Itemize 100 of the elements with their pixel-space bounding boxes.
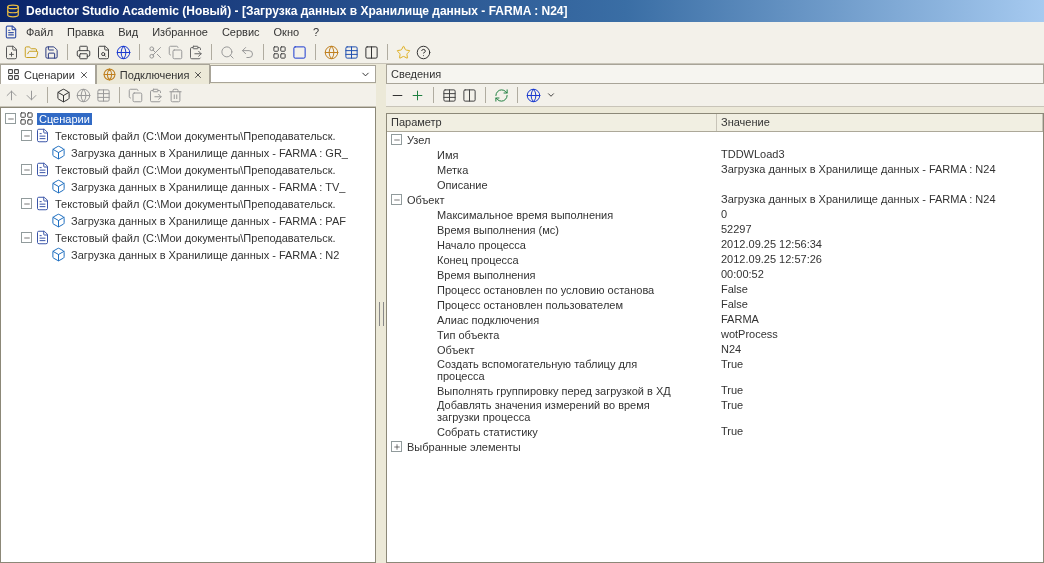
table-icon[interactable] <box>442 87 457 103</box>
cube-icon[interactable] <box>51 213 66 228</box>
help-icon[interactable] <box>416 44 431 60</box>
property-name: Создать вспомогательную таблицу для процесса <box>437 358 639 382</box>
property-value: False <box>721 283 748 295</box>
scenario-icon[interactable] <box>19 111 34 126</box>
property-name: Тип объекта <box>437 328 500 341</box>
tree-item[interactable]: Загрузка данных в Хранилище данных - FARMA : GR_ <box>69 146 350 159</box>
menu-item[interactable]: Файл <box>20 24 60 39</box>
property-value: TDDWLoad3 <box>721 148 785 160</box>
move-up-icon[interactable] <box>4 87 19 103</box>
property-value: True <box>721 425 744 437</box>
column-header[interactable]: Значение <box>717 114 1043 131</box>
text-file-icon[interactable] <box>35 196 50 211</box>
cube-icon[interactable] <box>51 179 66 194</box>
property-name: Конец процесса <box>437 253 519 266</box>
search-icon[interactable] <box>220 44 235 60</box>
document-icon <box>4 24 18 39</box>
property-value: 00:00:52 <box>721 268 764 280</box>
group-expander[interactable] <box>391 441 402 452</box>
property-name: Процесс остановлен по условию останова <box>437 283 655 296</box>
property-value: True <box>721 358 744 370</box>
move-down-icon[interactable] <box>24 87 39 103</box>
tree-item[interactable]: Загрузка данных в Хранилище данных - FARMA : N2 <box>69 248 342 261</box>
print-preview-icon[interactable] <box>96 44 111 60</box>
close-icon[interactable] <box>193 69 204 80</box>
refresh-icon[interactable] <box>494 87 509 103</box>
group-name: Объект <box>407 193 445 206</box>
property-value: True <box>721 384 744 396</box>
panel-tab[interactable]: Подключения <box>95 64 211 84</box>
tree-expander[interactable] <box>21 164 32 175</box>
print-icon[interactable] <box>76 44 91 60</box>
menu-item[interactable]: Окно <box>267 24 306 39</box>
menu-item[interactable]: ? <box>307 24 326 39</box>
tree-item[interactable]: Текстовый файл (C:\Мои документы\Преподавательск. <box>53 231 338 244</box>
connection-icon <box>102 68 116 81</box>
menu-item[interactable]: Избранное <box>146 24 214 39</box>
property-value: 2012.09.25 12:57:26 <box>721 253 822 265</box>
property-value: Загрузка данных в Хранилище данных - FARMA : N24 <box>721 163 996 175</box>
tree-expander[interactable] <box>21 198 32 209</box>
group-expander[interactable] <box>391 134 402 145</box>
table-icon[interactable] <box>344 44 359 60</box>
tree-item[interactable]: Текстовый файл (C:\Мои документы\Преподавательск. <box>53 129 338 142</box>
panel-title: Сведения <box>386 64 1044 84</box>
property-name: Время выполнения (мс) <box>437 223 559 236</box>
property-name: Процесс остановлен пользователем <box>437 298 623 311</box>
columns-icon[interactable] <box>364 44 379 60</box>
tree-expander[interactable] <box>5 113 16 124</box>
columns-icon[interactable] <box>462 87 477 103</box>
property-name: Выполнять группировку перед загрузкой в ХД <box>437 384 671 397</box>
app-icon <box>6 4 20 18</box>
cut-icon[interactable] <box>148 44 163 60</box>
property-value: True <box>721 399 744 411</box>
caret-icon[interactable] <box>546 90 556 100</box>
expand-icon[interactable] <box>410 87 425 103</box>
plus-icon <box>392 442 401 451</box>
group-name: Узел <box>407 133 431 146</box>
cube-icon[interactable] <box>51 247 66 262</box>
tab-dropdown[interactable] <box>210 65 376 83</box>
property-name: Объект <box>437 343 475 356</box>
text-file-icon[interactable] <box>35 230 50 245</box>
property-value: 0 <box>721 208 728 220</box>
menu-item[interactable]: Сервис <box>215 24 266 39</box>
property-value: FARMA <box>721 313 759 325</box>
save-icon[interactable] <box>44 44 59 60</box>
text-file-icon[interactable] <box>35 162 50 177</box>
property-value: wotProcess <box>721 328 778 340</box>
property-name: Метка <box>437 163 469 176</box>
column-header[interactable]: Параметр <box>387 114 717 131</box>
group-name: Выбранные элементы <box>407 440 521 453</box>
grid-icon[interactable] <box>272 44 287 60</box>
group-expander[interactable] <box>391 194 402 205</box>
paste-icon[interactable] <box>188 44 203 60</box>
tree-item[interactable]: Текстовый файл (C:\Мои документы\Преподавательск. <box>53 197 338 210</box>
paste-icon[interactable] <box>148 87 163 103</box>
text-file-icon[interactable] <box>35 128 50 143</box>
cube-icon[interactable] <box>51 145 66 160</box>
tree-item[interactable]: Загрузка данных в Хранилище данных - FARMA : TV_ <box>69 180 348 193</box>
property-value: False <box>721 298 748 310</box>
property-name: Начало процесса <box>437 238 526 251</box>
tree-expander[interactable] <box>21 232 32 243</box>
panel-tab[interactable]: Сценарии <box>0 64 96 84</box>
globe-icon[interactable] <box>526 87 541 103</box>
menu-item[interactable]: Вид <box>112 24 145 39</box>
tree-item[interactable]: Текстовый файл (C:\Мои документы\Преподавательск. <box>53 163 338 176</box>
globe-icon[interactable] <box>116 44 131 60</box>
property-name: Собрать статистику <box>437 425 538 438</box>
panel-icon[interactable] <box>292 44 307 60</box>
tree-item[interactable]: Загрузка данных в Хранилище данных - FARMA : PAF <box>69 214 348 227</box>
menu-item[interactable]: Правка <box>61 24 111 39</box>
property-value: N24 <box>721 343 742 355</box>
property-name: Время выполнения <box>437 268 536 281</box>
new-file-icon[interactable] <box>4 44 19 60</box>
tree-expander[interactable] <box>21 130 32 141</box>
scenario-icon <box>7 68 20 81</box>
tree-item[interactable]: Сценарии <box>37 112 92 125</box>
window-title: Deductor Studio Academic (Новый) - [Загрузка данных в Хранилище данных - FARMA : N24] <box>26 4 568 18</box>
property-value: Загрузка данных в Хранилище данных - FARMA : N24 <box>721 193 996 205</box>
star-icon[interactable] <box>396 44 411 60</box>
close-icon[interactable] <box>78 69 89 80</box>
